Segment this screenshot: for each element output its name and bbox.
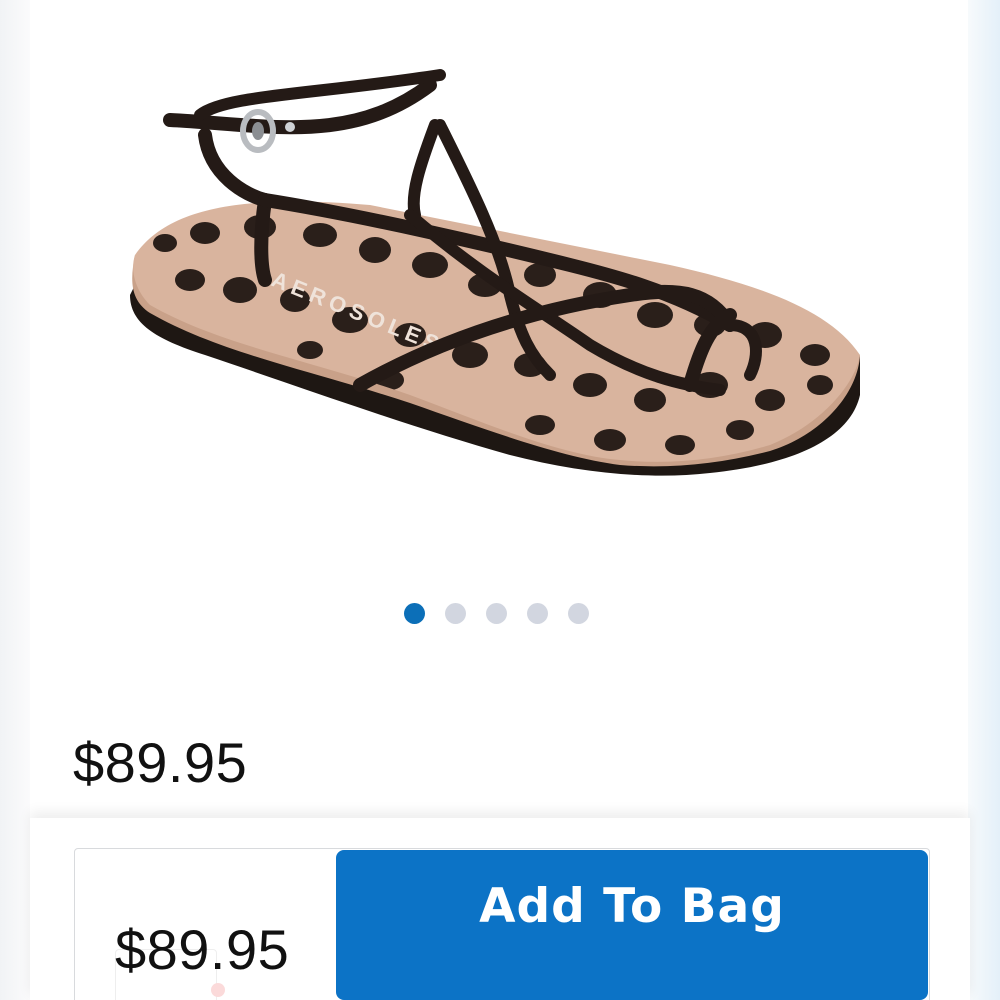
product-page: AEROSOLES $89.95 $89.95 Add To Bag [0,0,1000,1000]
left-edge [0,0,30,1000]
faded-promo-dot [211,983,225,997]
purchase-bar-price: $89.95 [115,918,290,981]
pager-dot-1[interactable] [404,603,425,624]
right-edge [968,0,1000,1000]
pager-dot-4[interactable] [527,603,548,624]
image-pager [404,603,589,624]
product-image[interactable]: AEROSOLES [110,55,890,535]
pager-dot-3[interactable] [486,603,507,624]
add-to-bag-button[interactable]: Add To Bag [336,850,928,1000]
sticky-purchase-bar: $89.95 Add To Bag [30,818,970,1000]
pager-dot-5[interactable] [568,603,589,624]
product-price: $89.95 [73,731,248,794]
pager-dot-2[interactable] [445,603,466,624]
